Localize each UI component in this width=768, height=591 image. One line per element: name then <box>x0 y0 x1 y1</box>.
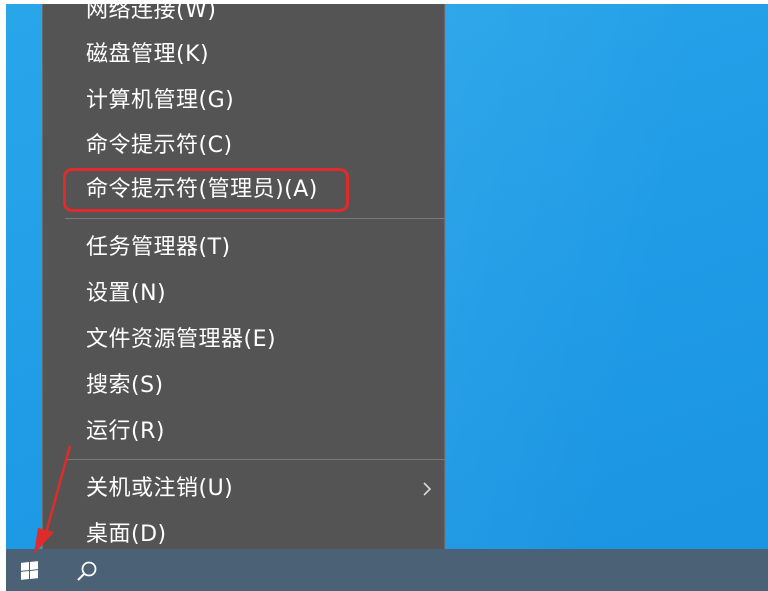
screenshot-frame: 网络连接(W) 磁盘管理(K) 计算机管理(G) 命令提示符(C) 命令提示符(… <box>6 4 768 591</box>
menu-item-computer-management[interactable]: 计算机管理(G) <box>43 79 444 123</box>
menu-item-label: 磁盘管理(K) <box>86 42 210 67</box>
menu-item-label: 网络连接(W) <box>86 4 217 23</box>
menu-item-shutdown-signout[interactable]: 关机或注销(U) <box>43 467 444 511</box>
menu-item-label: 命令提示符(C) <box>86 133 233 158</box>
menu-item-label: 运行(R) <box>86 419 165 444</box>
chevron-right-icon <box>423 482 432 496</box>
menu-separator <box>65 459 445 460</box>
menu-item-label: 文件资源管理器(E) <box>86 327 277 352</box>
windows-logo-icon <box>20 560 38 580</box>
red-arrow-annotation <box>34 445 72 554</box>
menu-item-label: 桌面(D) <box>86 522 167 547</box>
taskbar <box>6 549 768 591</box>
menu-item-settings[interactable]: 设置(N) <box>43 272 444 316</box>
menu-item-label: 设置(N) <box>86 281 167 306</box>
winx-context-menu: 网络连接(W) 磁盘管理(K) 计算机管理(G) 命令提示符(C) 命令提示符(… <box>42 4 445 549</box>
menu-item-disk-management[interactable]: 磁盘管理(K) <box>43 33 444 77</box>
menu-item-command-prompt[interactable]: 命令提示符(C) <box>43 124 444 168</box>
menu-item-search[interactable]: 搜索(S) <box>43 364 444 408</box>
search-icon[interactable] <box>70 557 102 587</box>
menu-item-network-connections[interactable]: 网络连接(W) <box>43 4 444 33</box>
menu-separator <box>65 218 445 219</box>
menu-item-file-explorer[interactable]: 文件资源管理器(E) <box>43 318 444 362</box>
menu-item-run[interactable]: 运行(R) <box>43 410 444 454</box>
menu-item-task-manager[interactable]: 任务管理器(T) <box>43 226 444 270</box>
menu-item-label: 搜索(S) <box>86 373 164 398</box>
desktop-light-beam <box>446 4 768 549</box>
red-highlight-box <box>63 168 349 212</box>
menu-item-label: 计算机管理(G) <box>86 88 235 113</box>
menu-item-label: 关机或注销(U) <box>86 476 234 501</box>
menu-item-label: 任务管理器(T) <box>86 235 231 260</box>
